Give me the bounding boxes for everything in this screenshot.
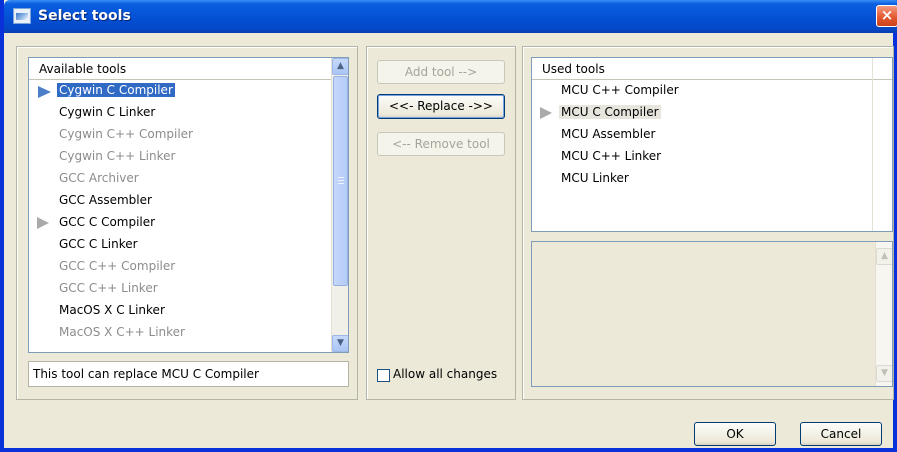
selection-marker-icon — [38, 86, 51, 98]
list-item[interactable]: MCU Assembler — [532, 124, 892, 146]
list-item[interactable]: MacOS X C Linker — [29, 300, 331, 322]
scroll-down-icon[interactable]: ▼ — [876, 365, 892, 382]
select-tools-dialog: Select tools × Available tools Cygwin C … — [0, 0, 897, 452]
list-item[interactable]: GCC C Linker — [29, 234, 331, 256]
used-tools-list[interactable]: Used tools MCU C++ Compiler MCU C Compile… — [531, 57, 893, 232]
remove-tool-button[interactable]: <-- Remove tool — [377, 132, 505, 156]
list-item-label: MCU Linker — [561, 171, 629, 185]
used-tools-header: Used tools — [532, 58, 892, 80]
list-item[interactable]: Cygwin C++ Linker — [29, 146, 331, 168]
list-item-label: MCU Assembler — [561, 127, 656, 141]
list-item-label: Cygwin C++ Compiler — [59, 127, 193, 141]
scroll-up-icon[interactable]: ▲ — [332, 58, 348, 75]
available-tools-scrollbar[interactable]: ▲ ▼ — [331, 58, 348, 352]
add-tool-button[interactable]: Add tool --> — [377, 60, 505, 84]
list-item[interactable]: Cygwin C Compiler — [29, 80, 331, 102]
list-item[interactable]: GCC C Compiler — [29, 212, 331, 234]
list-item[interactable]: Cygwin C++ Compiler — [29, 124, 331, 146]
replace-status-text: This tool can replace MCU C Compiler — [28, 361, 349, 387]
allow-all-changes-checkbox[interactable]: Allow all changes — [377, 366, 507, 384]
close-button[interactable]: × — [876, 5, 897, 27]
ok-button[interactable]: OK — [694, 422, 776, 446]
list-item-label: MacOS X C++ Linker — [59, 325, 185, 339]
list-item-label: GCC C Compiler — [59, 215, 156, 229]
tool-description-area[interactable]: ▲ ▼ — [531, 241, 893, 387]
list-item-label: Cygwin C Linker — [59, 105, 156, 119]
list-item[interactable]: Cygwin C Linker — [29, 102, 331, 124]
list-item-label: MCU C++ Compiler — [561, 83, 679, 97]
cancel-button[interactable]: Cancel — [800, 422, 882, 446]
available-tools-header: Available tools — [29, 58, 331, 80]
window-title: Select tools — [38, 8, 131, 24]
list-item[interactable]: MCU C++ Linker — [532, 146, 892, 168]
scrollbar-thumb[interactable] — [333, 76, 348, 286]
list-item-label: GCC C Linker — [59, 237, 138, 251]
scroll-down-icon[interactable]: ▼ — [332, 335, 348, 352]
description-scrollbar[interactable]: ▲ ▼ — [875, 242, 892, 386]
checkbox-box[interactable] — [377, 369, 390, 382]
list-item-label: MacOS X C Linker — [59, 303, 165, 317]
list-item-label: MCU C Compiler — [559, 105, 661, 119]
used-tools-panel: Used tools MCU C++ Compiler MCU C Compile… — [522, 46, 894, 400]
actions-panel: Add tool --> <<- Replace ->> <-- Remove … — [366, 46, 516, 400]
list-item[interactable]: MCU C++ Compiler — [532, 80, 892, 102]
list-item[interactable]: GCC Archiver — [29, 168, 331, 190]
scroll-up-icon[interactable]: ▲ — [876, 248, 892, 265]
selection-marker-icon — [37, 217, 49, 229]
app-window-icon — [13, 8, 31, 24]
available-tools-list[interactable]: Available tools Cygwin C Compiler Cygwin … — [28, 57, 349, 353]
selection-marker-icon — [540, 107, 552, 119]
list-item-label: GCC C++ Linker — [59, 281, 158, 295]
allow-all-changes-label: Allow all changes — [393, 367, 498, 381]
list-item-label: GCC C++ Compiler — [59, 259, 176, 273]
list-item[interactable]: GCC Assembler — [29, 190, 331, 212]
list-item-label: GCC Archiver — [59, 171, 139, 185]
list-item[interactable]: GCC C++ Linker — [29, 278, 331, 300]
title-bar[interactable]: Select tools × — [4, 0, 897, 33]
list-item[interactable]: MCU Linker — [532, 168, 892, 190]
replace-button[interactable]: <<- Replace ->> — [377, 94, 505, 119]
available-tools-panel: Available tools Cygwin C Compiler Cygwin … — [16, 46, 358, 400]
list-item-label: Cygwin C++ Linker — [59, 149, 176, 163]
list-item[interactable]: MCU C Compiler — [532, 102, 892, 124]
list-item[interactable]: GCC C++ Compiler — [29, 256, 331, 278]
list-item-label: MCU C++ Linker — [561, 149, 662, 163]
list-item-label: Cygwin C Compiler — [57, 83, 175, 97]
list-item-label: GCC Assembler — [59, 193, 152, 207]
list-item[interactable]: MacOS X C++ Linker — [29, 322, 331, 344]
